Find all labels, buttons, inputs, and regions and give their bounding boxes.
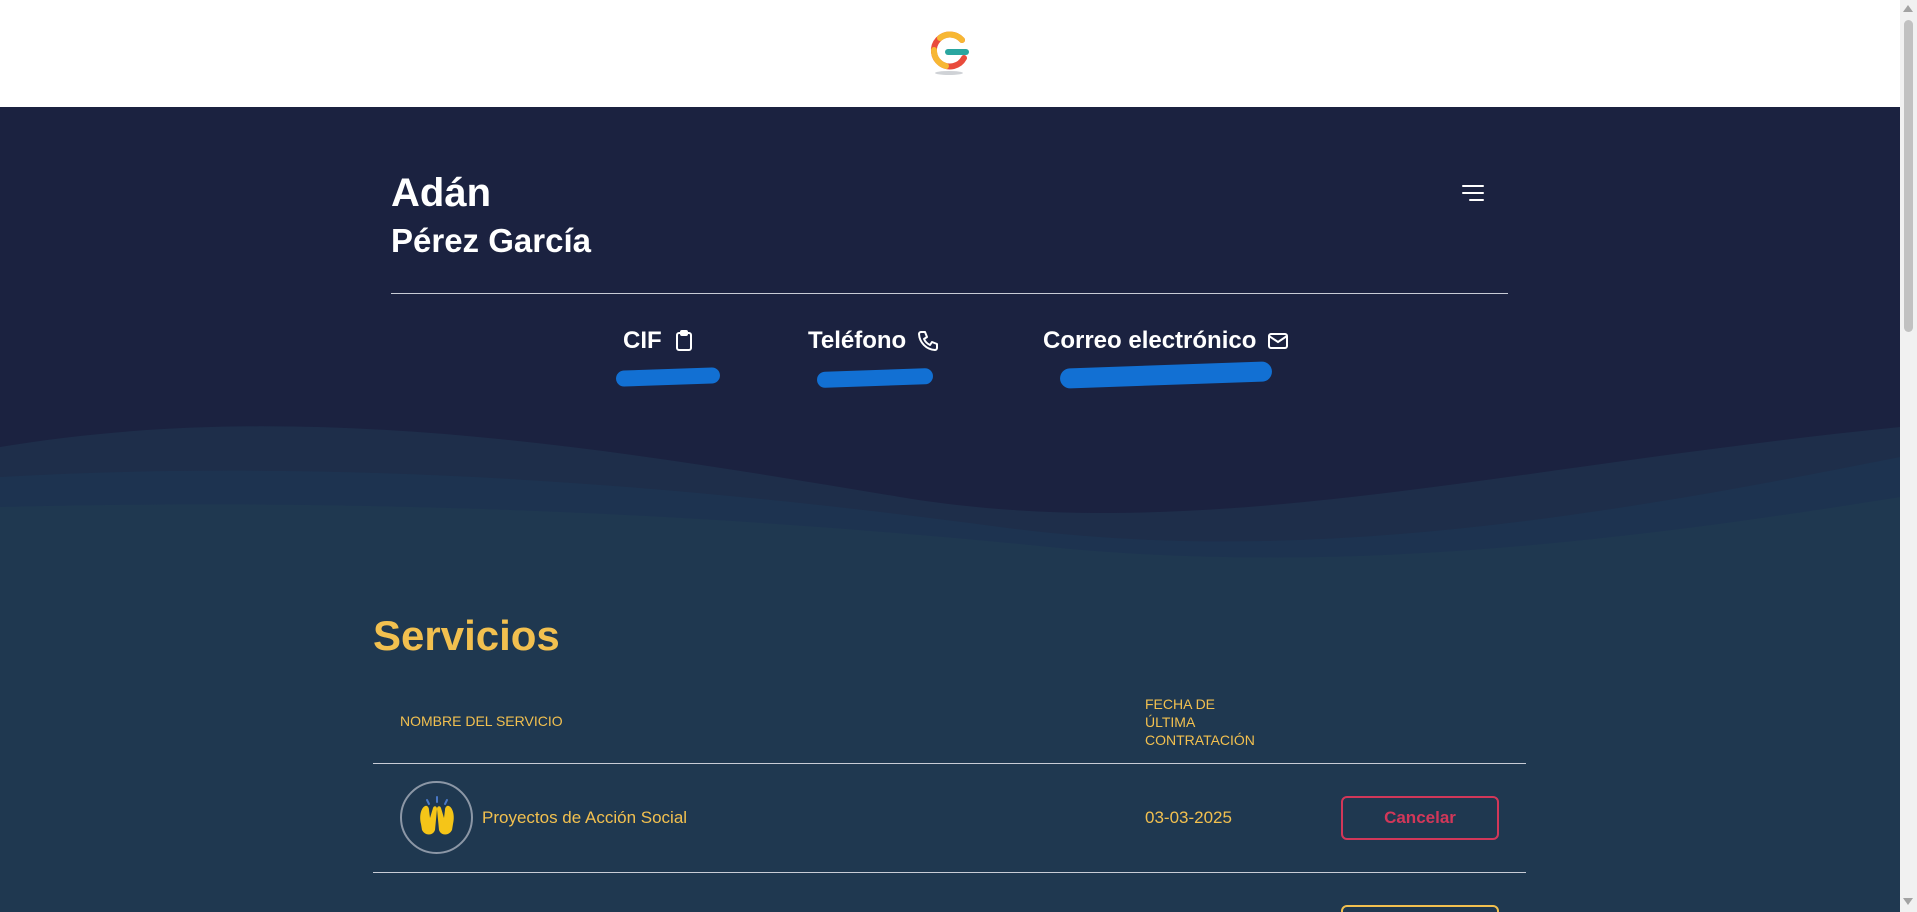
scroll-up-arrow-icon[interactable] <box>1903 5 1913 12</box>
clipboard-icon[interactable] <box>672 329 696 353</box>
profile-last-name: Pérez García <box>391 222 591 259</box>
cif-value-redacted <box>615 367 721 387</box>
profile-divider <box>391 293 1508 294</box>
menu-icon[interactable] <box>1459 178 1489 208</box>
email-field: Correo electrónico <box>1043 327 1290 355</box>
wave-decoration <box>0 426 1900 577</box>
cif-label: CIF <box>623 327 662 354</box>
raised-hands-icon <box>419 795 454 834</box>
profile-hero: Adán Pérez García CIF Teléfono Correo el… <box>0 107 1900 577</box>
mail-icon[interactable] <box>1266 329 1290 353</box>
phone-value-redacted <box>816 367 934 389</box>
phone-icon[interactable] <box>916 329 940 353</box>
phone-field: Teléfono <box>808 327 940 355</box>
next-row-button[interactable] <box>1341 905 1499 912</box>
scroll-thumb[interactable] <box>1904 20 1913 332</box>
col-header-service-name: NOMBRE DEL SERVICIO <box>400 713 563 729</box>
email-value-redacted <box>1059 361 1273 389</box>
table-divider <box>373 763 1526 764</box>
service-icon-badge <box>400 781 473 854</box>
table-divider <box>373 872 1526 873</box>
service-date: 03-03-2025 <box>1145 808 1232 827</box>
scroll-down-arrow-icon[interactable] <box>1903 898 1913 905</box>
email-label: Correo electrónico <box>1043 327 1257 354</box>
col-header-last-date: FECHA DE ÚLTIMA CONTRATACIÓN <box>1145 696 1255 748</box>
top-bar <box>0 0 1900 107</box>
cancel-button[interactable]: Cancelar <box>1341 796 1499 840</box>
service-name: Proyectos de Acción Social <box>482 808 688 827</box>
cif-field: CIF <box>623 327 696 355</box>
profile-first-name: Adán <box>391 171 491 215</box>
scrollbar[interactable] <box>1900 0 1917 912</box>
brand-logo-icon[interactable] <box>926 28 972 76</box>
phone-label: Teléfono <box>808 327 907 354</box>
services-title: Servicios <box>373 612 560 659</box>
